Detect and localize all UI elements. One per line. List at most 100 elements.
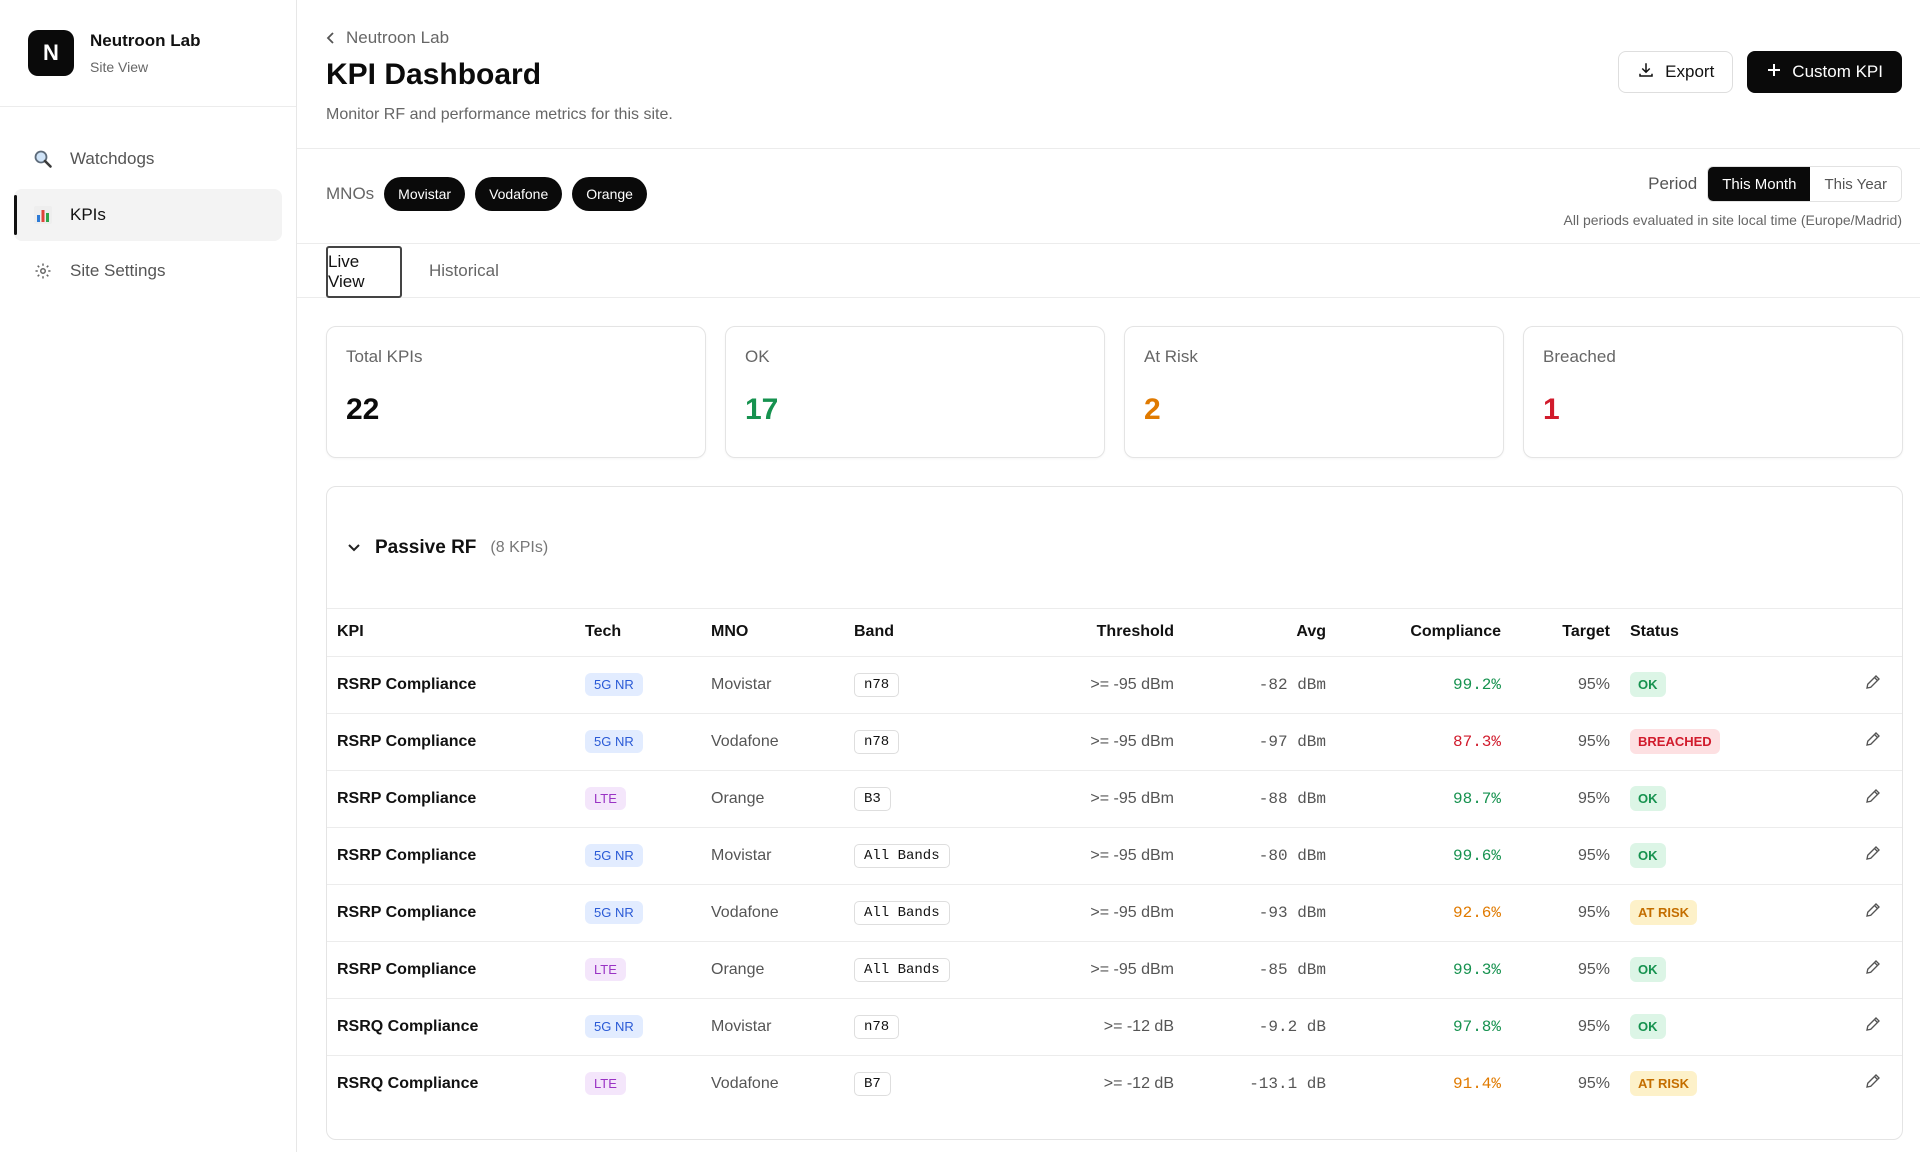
cell-tech: 5G NR [575, 998, 701, 1056]
period-selector: Period This Month This Year All periods … [1563, 166, 1903, 228]
table-row: RSRQ Compliance LTE Vodafone B7 >= -12 d… [327, 1055, 1902, 1112]
group-title: Passive RF [375, 536, 477, 558]
cell-status: AT RISK [1620, 884, 1810, 942]
tech-badge: LTE [585, 958, 626, 981]
group-header[interactable]: Passive RF (8 KPIs) [327, 487, 1902, 609]
compliance-value: 92.6% [1452, 903, 1501, 922]
cell-band: All Bands [844, 827, 994, 885]
threshold-value: >= -95 dBm [1090, 903, 1174, 921]
sidebar-item-site-settings[interactable]: Site Settings [14, 245, 282, 297]
table-row: RSRP Compliance 5G NR Vodafone n78 >= -9… [327, 713, 1902, 771]
cell-band: All Bands [844, 941, 994, 999]
sidebar-item-watchdogs[interactable]: Watchdogs [14, 133, 282, 185]
header-actions: Export Custom KPI [1618, 51, 1902, 93]
target-value: 95% [1577, 675, 1610, 693]
table-row: RSRP Compliance 5G NR Vodafone All Bands… [327, 884, 1902, 942]
edit-button[interactable] [1864, 1072, 1882, 1090]
status-badge: AT RISK [1630, 900, 1698, 925]
tab-historical[interactable]: Historical [428, 245, 500, 297]
cell-mno: Movistar [701, 656, 844, 714]
compliance-value: 97.8% [1452, 1017, 1501, 1036]
plus-icon [1766, 62, 1782, 83]
avg-value: -93 dBm [1258, 903, 1326, 922]
brand-subtitle: Site View [90, 59, 149, 75]
period-note: All periods evaluated in site local time… [1563, 212, 1903, 228]
column-header: Target [1511, 609, 1620, 657]
page-header: Neutroon Lab KPI Dashboard Monitor RF an… [297, 0, 1920, 149]
sidebar-item-label: Watchdogs [70, 149, 155, 168]
kpi-name: RSRP Compliance [337, 732, 477, 750]
kpi-name: RSRP Compliance [337, 675, 477, 693]
sidebar-item-kpis[interactable]: KPIs [14, 189, 282, 241]
export-button[interactable]: Export [1618, 51, 1734, 93]
band-badge: n78 [854, 729, 900, 754]
status-badge: OK [1630, 786, 1666, 811]
target-value: 95% [1577, 903, 1610, 921]
table-header-row: KPI Tech MNO Band Threshold Avg Complian… [327, 609, 1902, 657]
cell-target: 95% [1511, 770, 1620, 828]
chevron-left-icon [326, 31, 336, 45]
band-badge: All Bands [854, 957, 950, 982]
period-this-month[interactable]: This Month [1708, 167, 1811, 201]
edit-button[interactable] [1864, 844, 1882, 862]
cell-mno: Vodafone [701, 884, 844, 942]
target-value: 95% [1577, 1074, 1610, 1092]
cell-tech: LTE [575, 770, 701, 828]
cell-status: AT RISK [1620, 1055, 1810, 1112]
brand: N Neutroon Lab Site View [0, 0, 296, 107]
breadcrumb[interactable]: Neutroon Lab [326, 28, 449, 48]
custom-kpi-button[interactable]: Custom KPI [1747, 51, 1902, 93]
card-value: 1 [1543, 393, 1560, 426]
edit-button[interactable] [1864, 730, 1882, 748]
avg-value: -97 dBm [1258, 732, 1326, 751]
pencil-icon [1866, 960, 1880, 974]
sidebar: N Neutroon Lab Site View Watchdogs KPIs … [0, 0, 297, 1152]
column-header: Threshold [994, 609, 1184, 657]
column-header-actions [1810, 609, 1902, 657]
edit-button[interactable] [1864, 787, 1882, 805]
mno-chip-vodafone[interactable]: Vodafone [475, 177, 563, 211]
cell-compliance: 87.3% [1336, 713, 1511, 771]
cell-threshold: >= -95 dBm [994, 656, 1184, 714]
column-header: KPI [327, 609, 575, 657]
tab-live-view[interactable]: Live View [326, 246, 402, 298]
mno-chip-orange[interactable]: Orange [572, 177, 647, 211]
column-header: Band [844, 609, 994, 657]
cell-avg: -82 dBm [1184, 656, 1336, 714]
target-value: 95% [1577, 1017, 1610, 1035]
cell-tech: 5G NR [575, 884, 701, 942]
period-label: Period [1648, 174, 1698, 193]
period-this-year[interactable]: This Year [1810, 167, 1901, 201]
cell-compliance: 91.4% [1336, 1055, 1511, 1112]
magnifier-icon [32, 148, 54, 170]
view-tabs: Live View Historical [297, 244, 1920, 298]
status-badge: AT RISK [1630, 1071, 1698, 1097]
status-badge: OK [1630, 957, 1666, 982]
kpi-name: RSRQ Compliance [337, 1017, 479, 1035]
card-total-kpis: Total KPIs 22 [326, 326, 706, 458]
target-value: 95% [1577, 960, 1610, 978]
card-label: OK [745, 347, 770, 366]
edit-button[interactable] [1864, 958, 1882, 976]
cell-target: 95% [1511, 1055, 1620, 1112]
chevron-down-icon[interactable] [347, 543, 361, 553]
cell-threshold: >= -95 dBm [994, 941, 1184, 999]
target-value: 95% [1577, 789, 1610, 807]
mno-name: Vodafone [711, 903, 779, 921]
mno-chip-movistar[interactable]: Movistar [384, 177, 466, 211]
avg-value: -85 dBm [1258, 960, 1326, 979]
cell-threshold: >= -95 dBm [994, 827, 1184, 885]
edit-button[interactable] [1864, 673, 1882, 691]
kpi-name: RSRP Compliance [337, 960, 477, 978]
cell-avg: -93 dBm [1184, 884, 1336, 942]
cell-kpi: RSRP Compliance [327, 713, 575, 771]
edit-button[interactable] [1864, 1015, 1882, 1033]
band-badge: n78 [854, 1014, 900, 1039]
tech-badge: 5G NR [585, 730, 643, 753]
cell-tech: 5G NR [575, 713, 701, 771]
cell-tech: LTE [575, 1055, 701, 1112]
edit-button[interactable] [1864, 901, 1882, 919]
card-breached: Breached 1 [1523, 326, 1903, 458]
cell-compliance: 99.2% [1336, 656, 1511, 714]
cell-tech: 5G NR [575, 656, 701, 714]
